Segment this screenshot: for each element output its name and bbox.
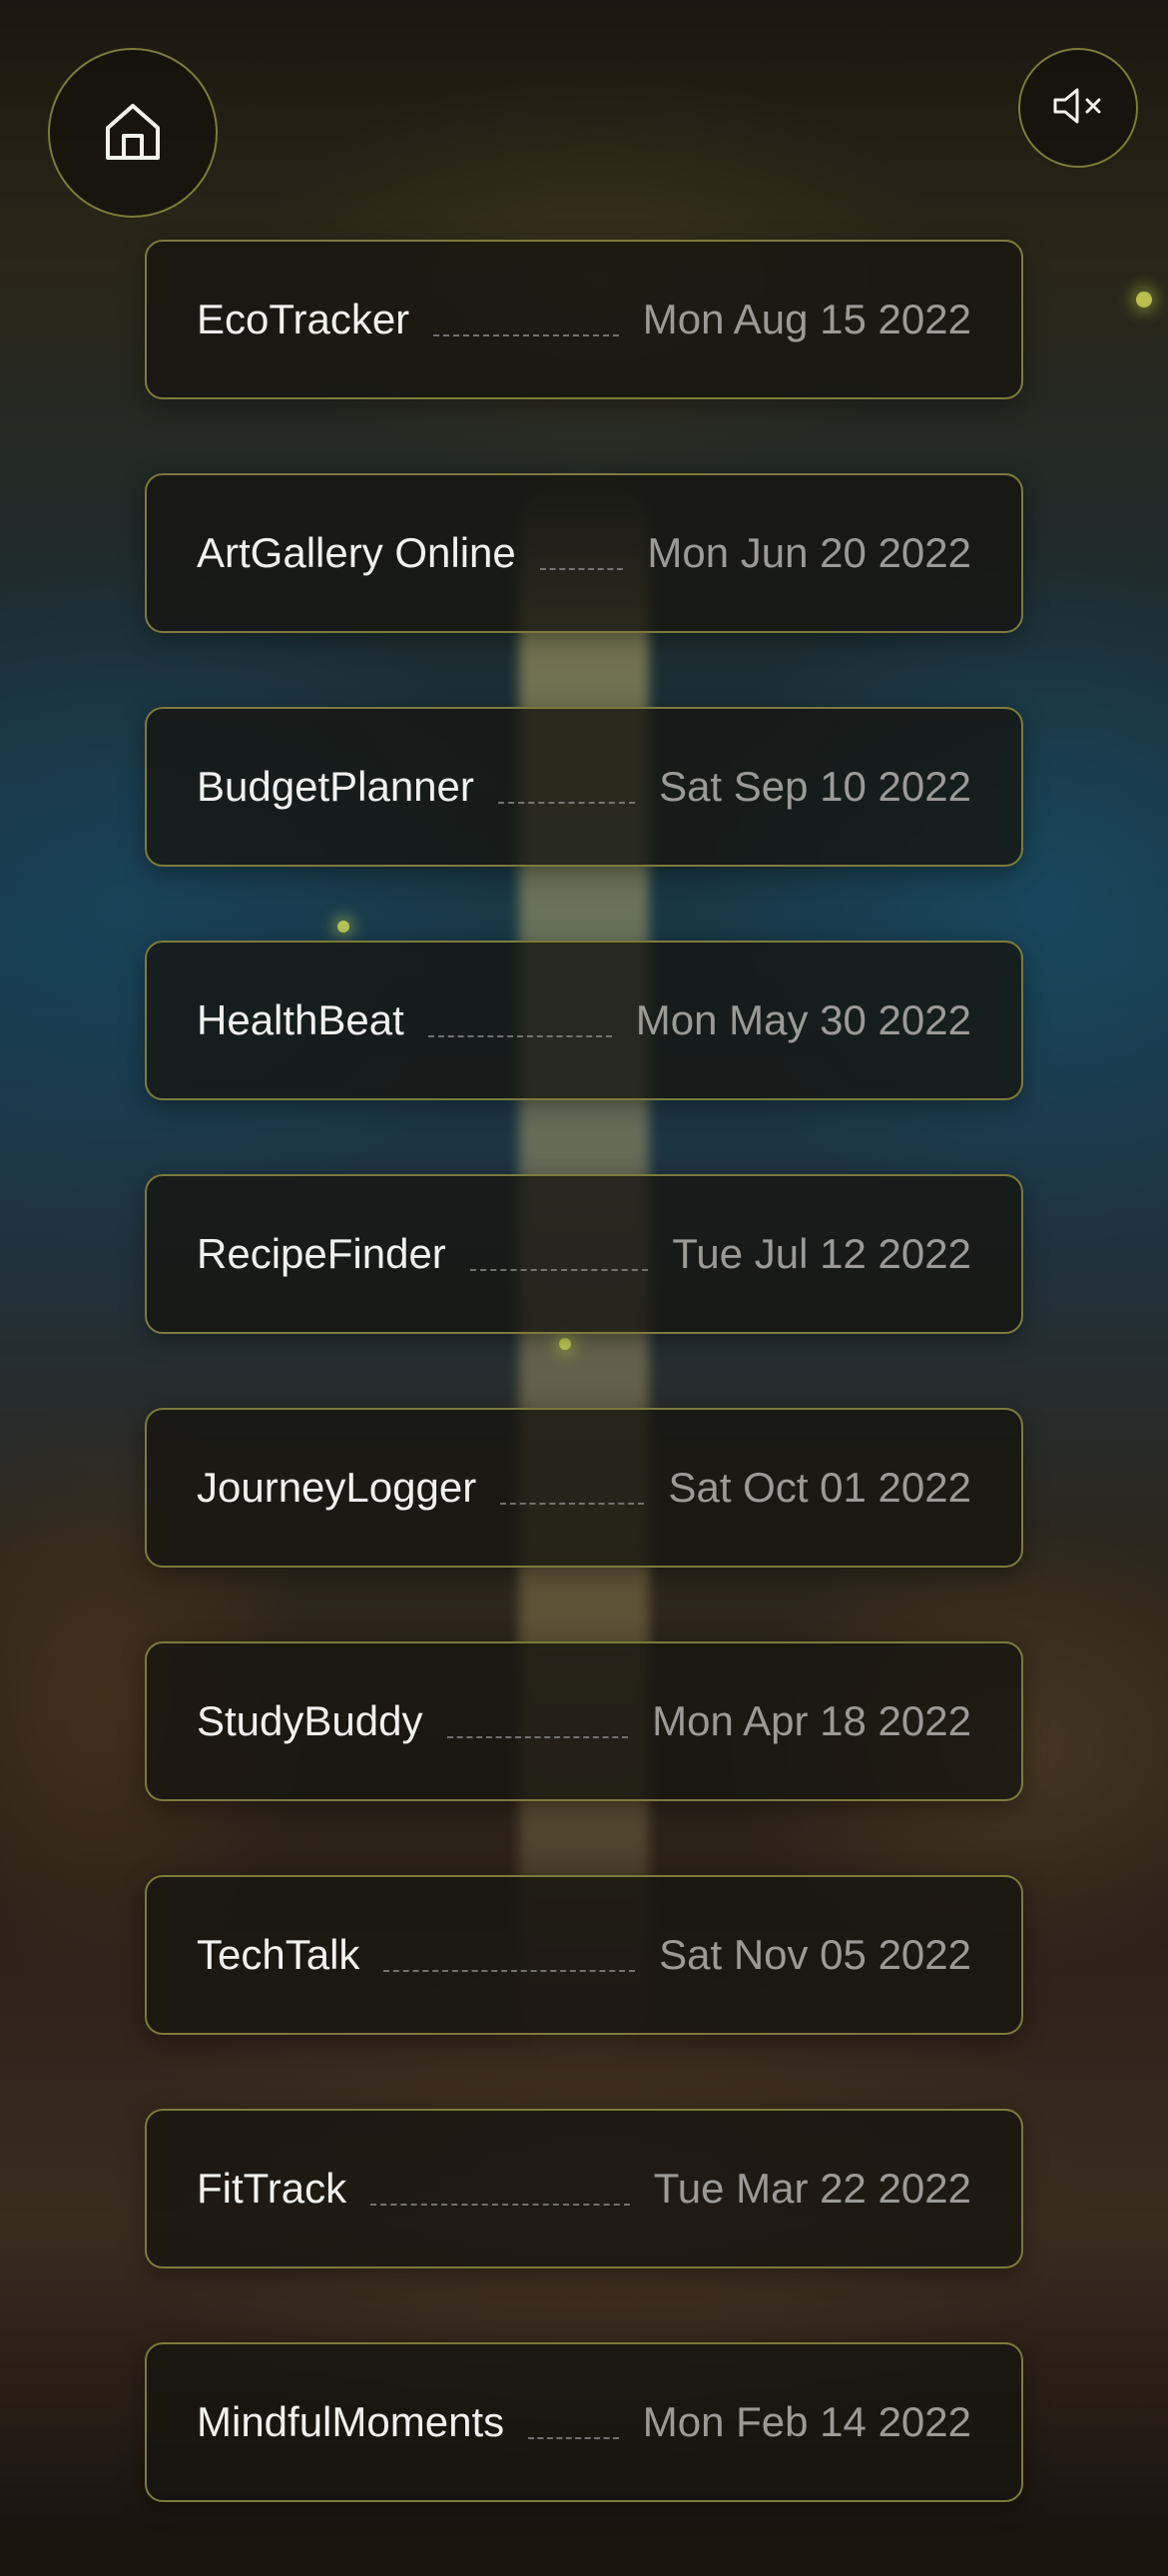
leader-dots — [433, 334, 619, 336]
leader-dots — [539, 568, 624, 570]
leader-dots — [528, 2437, 619, 2439]
project-date: Sat Sep 10 2022 — [659, 763, 971, 810]
project-list: EcoTracker Mon Aug 15 2022 ArtGallery On… — [145, 240, 1023, 2576]
project-name: EcoTracker — [197, 296, 410, 342]
project-card-journeylogger[interactable]: JourneyLogger Sat Oct 01 2022 — [145, 1408, 1023, 1568]
project-name: RecipeFinder — [197, 1230, 446, 1277]
project-date: Mon Feb 14 2022 — [642, 2398, 971, 2445]
project-name: FitTrack — [197, 2165, 347, 2212]
home-button[interactable] — [48, 48, 218, 218]
project-card-fittrack[interactable]: FitTrack Tue Mar 22 2022 — [145, 2109, 1023, 2268]
speaker-mute-icon — [1051, 86, 1105, 131]
project-name: TechTalk — [197, 1931, 360, 1978]
leader-dots — [469, 1269, 649, 1271]
leader-dots — [383, 1970, 636, 1972]
project-date: Mon Jun 20 2022 — [647, 529, 971, 576]
project-card-artgallery-online[interactable]: ArtGallery Online Mon Jun 20 2022 — [145, 473, 1023, 633]
home-icon — [100, 98, 166, 169]
project-name: BudgetPlanner — [197, 763, 474, 810]
project-name: ArtGallery Online — [197, 529, 516, 576]
project-date: Sat Nov 05 2022 — [659, 1931, 971, 1978]
leader-dots — [500, 1503, 645, 1505]
leader-dots — [497, 802, 636, 804]
project-name: StudyBuddy — [197, 1697, 423, 1744]
leader-dots — [446, 1736, 629, 1738]
firefly — [1136, 292, 1152, 308]
project-card-ecotracker[interactable]: EcoTracker Mon Aug 15 2022 — [145, 240, 1023, 399]
project-card-techtalk[interactable]: TechTalk Sat Nov 05 2022 — [145, 1875, 1023, 2035]
project-card-healthbeat[interactable]: HealthBeat Mon May 30 2022 — [145, 941, 1023, 1100]
project-card-budgetplanner[interactable]: BudgetPlanner Sat Sep 10 2022 — [145, 707, 1023, 867]
leader-dots — [427, 1035, 612, 1037]
project-date: Tue Jul 12 2022 — [672, 1230, 971, 1277]
project-date: Sat Oct 01 2022 — [668, 1464, 971, 1511]
project-name: HealthBeat — [197, 996, 404, 1043]
project-date: Tue Mar 22 2022 — [653, 2165, 971, 2212]
leader-dots — [370, 2204, 630, 2206]
project-date: Mon Aug 15 2022 — [642, 296, 971, 342]
project-name: MindfulMoments — [197, 2398, 505, 2445]
project-card-studybuddy[interactable]: StudyBuddy Mon Apr 18 2022 — [145, 1641, 1023, 1801]
project-card-mindfulmoments[interactable]: MindfulMoments Mon Feb 14 2022 — [145, 2342, 1023, 2502]
mute-button[interactable] — [1018, 48, 1138, 168]
project-date: Mon May 30 2022 — [635, 996, 971, 1043]
project-date: Mon Apr 18 2022 — [652, 1697, 971, 1744]
project-card-recipefinder[interactable]: RecipeFinder Tue Jul 12 2022 — [145, 1174, 1023, 1334]
project-name: JourneyLogger — [197, 1464, 477, 1511]
